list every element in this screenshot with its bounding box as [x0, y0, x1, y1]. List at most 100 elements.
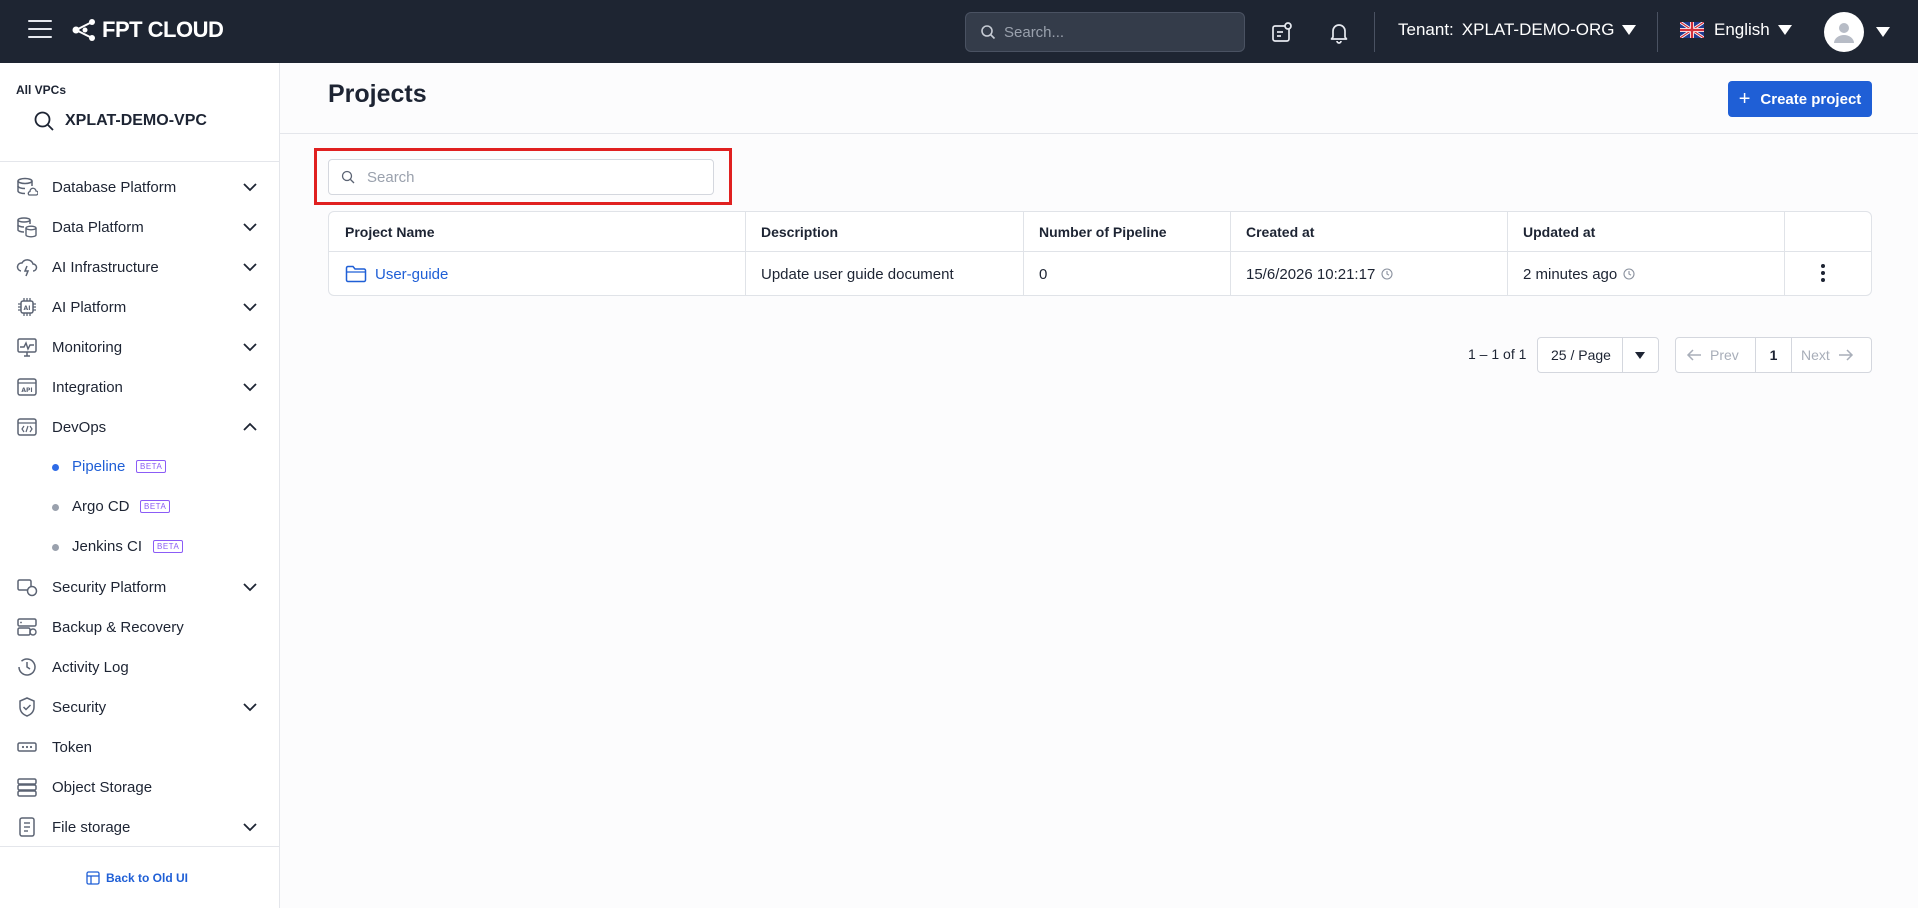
prev-page-button[interactable]: Prev — [1686, 347, 1739, 363]
sidebar-subitem-label: Argo CD — [72, 498, 130, 515]
bullet-dot — [52, 504, 59, 511]
table-cell-description: Update user guide document — [761, 265, 954, 283]
tenant-selector[interactable]: Tenant: XPLAT-DEMO-ORG — [1398, 20, 1637, 40]
user-icon — [1834, 23, 1854, 43]
chevron-down-icon — [243, 263, 257, 272]
sidebar-subitem-argo-cd[interactable]: Argo CD BETA — [0, 487, 280, 527]
page-size-select[interactable]: 25 / Page — [1537, 337, 1659, 373]
svg-text:AI: AI — [24, 305, 31, 312]
sidebar-item-label: Integration — [52, 378, 123, 396]
ai-chip-icon: AI — [18, 298, 36, 316]
hamburger-menu-icon[interactable] — [28, 20, 52, 44]
next-page-button[interactable]: Next — [1801, 347, 1854, 363]
plus-icon: + — [1738, 87, 1751, 110]
table-cell-updated-at: 2 minutes ago — [1507, 252, 1784, 296]
create-project-label: Create project — [1760, 90, 1862, 108]
tenant-label: Tenant: — [1398, 20, 1454, 39]
sidebar-item-label: AI Platform — [52, 298, 127, 316]
global-search-placeholder: Search... — [1004, 23, 1065, 41]
column-header-created-at[interactable]: Created at — [1230, 212, 1507, 251]
tenant-value: XPLAT-DEMO-ORG — [1461, 20, 1615, 39]
search-icon — [341, 170, 355, 184]
file-storage-icon — [19, 817, 35, 837]
row-actions-kebab-icon[interactable] — [1815, 264, 1831, 284]
sidebar-item-token[interactable]: Token — [0, 727, 280, 767]
sidebar-subitem-label: Jenkins CI — [72, 538, 143, 555]
active-dot — [52, 464, 59, 471]
sidebar-item-security[interactable]: Security — [0, 687, 280, 727]
user-menu-caret-icon[interactable] — [1876, 27, 1890, 37]
language-label: English — [1714, 20, 1770, 39]
project-link-user-guide[interactable]: User-guide — [345, 265, 448, 283]
column-header-updated-at[interactable]: Updated at — [1507, 212, 1784, 251]
sidebar-item-label: Database Platform — [52, 178, 177, 196]
project-name: User-guide — [375, 265, 449, 283]
sidebar-item-label: Monitoring — [52, 338, 123, 356]
sidebar-item-data-platform[interactable]: Data Platform — [0, 207, 280, 247]
table-cell-pipelines: 0 — [1039, 265, 1048, 283]
sidebar-subitem-pipeline[interactable]: Pipeline BETA — [0, 447, 280, 487]
create-project-button[interactable]: + Create project — [1728, 81, 1872, 117]
column-header-description[interactable]: Description — [745, 212, 1023, 251]
project-search-field[interactable] — [328, 159, 714, 195]
sidebar-subitem-jenkins-ci[interactable]: Jenkins CI BETA — [0, 527, 280, 567]
sidebar-item-ai-platform[interactable]: AI AI Platform — [0, 287, 280, 327]
global-search[interactable]: Search... — [965, 12, 1245, 52]
sidebar-item-label: File storage — [52, 818, 131, 836]
notification-card-icon[interactable] — [1270, 20, 1294, 44]
layout-icon — [86, 871, 100, 885]
clock-icon — [1623, 268, 1635, 280]
brand-logo[interactable]: FPT CLOUD — [72, 17, 224, 43]
sidebar-item-monitoring[interactable]: Monitoring — [0, 327, 280, 367]
sidebar-item-object-storage[interactable]: Object Storage — [0, 767, 280, 807]
fpt-logo-icon — [72, 19, 95, 41]
pagination-summary: 1 – 1 of 1 — [1468, 346, 1527, 362]
sidebar-item-label: Backup & Recovery — [52, 618, 184, 636]
shield-icon — [19, 697, 35, 717]
sidebar-subitem-label: Pipeline — [72, 458, 126, 475]
project-search-input[interactable] — [367, 168, 697, 186]
folder-icon — [345, 265, 367, 283]
code-window-icon — [17, 418, 37, 436]
page-size-value: 25 / Page — [1551, 347, 1611, 363]
chevron-down-icon — [243, 303, 257, 312]
sidebar-item-backup-recovery[interactable]: Backup & Recovery — [0, 607, 280, 647]
page-size-divider — [1622, 338, 1623, 372]
beta-badge: BETA — [140, 500, 171, 513]
back-to-old-ui-link[interactable]: Back to Old UI — [86, 871, 188, 885]
caret-down-icon — [1777, 25, 1792, 35]
api-icon: API — [17, 378, 37, 396]
sidebar-item-label: Object Storage — [52, 778, 153, 796]
sidebar-item-label: Security — [52, 698, 107, 716]
sidebar-item-security-platform[interactable]: Security Platform — [0, 567, 280, 607]
header-divider — [280, 133, 1918, 134]
sidebar-item-activity-log[interactable]: Activity Log — [0, 647, 280, 687]
clock-icon — [1381, 268, 1393, 280]
language-selector[interactable]: English — [1680, 20, 1792, 40]
storage-icon — [17, 778, 37, 797]
database-cloud-icon — [17, 177, 38, 196]
sidebar-item-integration[interactable]: API Integration — [0, 367, 280, 407]
security-platform-icon — [17, 579, 38, 597]
updated-at-value: 2 minutes ago — [1523, 265, 1618, 283]
column-divider — [1784, 212, 1785, 296]
sidebar: All VPCs XPLAT-DEMO-VPC Database Platfor… — [0, 63, 280, 908]
chevron-down-icon — [243, 343, 257, 352]
user-avatar[interactable] — [1824, 12, 1864, 52]
column-header-number-of-pipeline[interactable]: Number of Pipeline — [1023, 212, 1230, 251]
sidebar-item-ai-infrastructure[interactable]: AI Infrastructure — [0, 247, 280, 287]
table-cell-project-name: User-guide — [329, 252, 745, 296]
sidebar-item-database-platform[interactable]: Database Platform — [0, 167, 280, 207]
sidebar-item-label: Data Platform — [52, 218, 144, 236]
bell-icon[interactable] — [1327, 20, 1351, 44]
prev-label: Prev — [1710, 347, 1739, 363]
sidebar-item-devops[interactable]: DevOps — [0, 407, 280, 447]
backup-icon — [17, 618, 37, 636]
search-icon — [981, 25, 996, 40]
vpc-selector[interactable]: XPLAT-DEMO-VPC — [33, 110, 207, 132]
ai-infrastructure-icon — [16, 259, 38, 277]
sidebar-item-file-storage[interactable]: File storage — [0, 807, 280, 847]
current-page-button[interactable]: 1 — [1755, 338, 1792, 372]
column-header-project-name[interactable]: Project Name — [329, 212, 745, 251]
caret-down-icon — [1622, 25, 1637, 35]
